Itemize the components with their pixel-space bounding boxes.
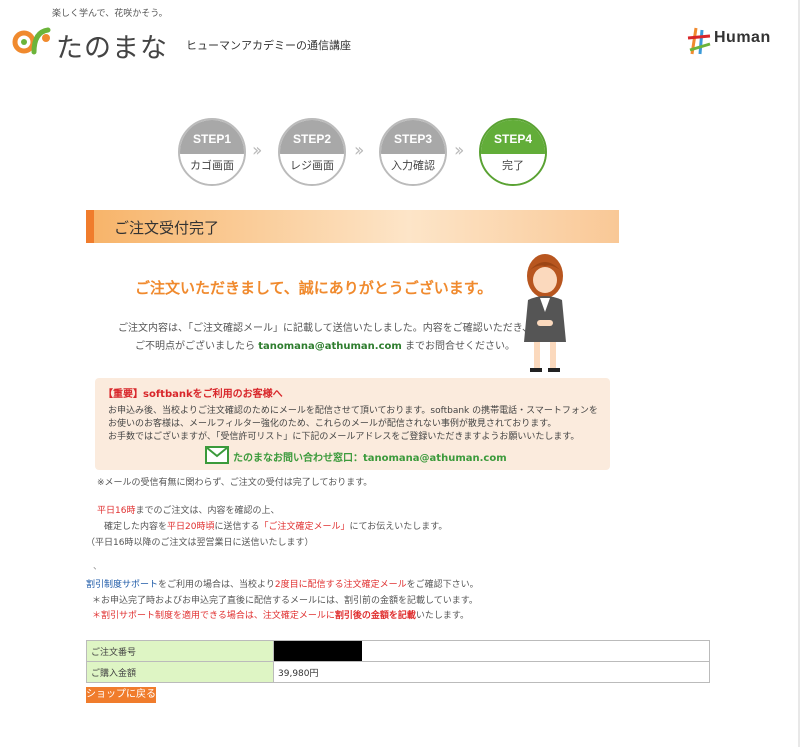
confirmed-text-c: に送信する [214,522,260,532]
chevrons-icon: ›› [454,140,465,161]
support-second-mail: 2度目に配信する注文確定メール [274,580,407,590]
confirm-text-2: ご不明点がございましたら tanomana@athuman.com までお問合せ… [135,337,515,352]
confirmed-time: 平日20時頃 [167,522,215,532]
thanks-message: ご注文いただきまして、誠にありがとうございます。 [135,279,493,297]
order-number-label: ご注文番号 [86,640,274,662]
weekday-note: 平日16時までのご注文は、内容を確認の上、 [97,503,279,516]
step-3-name: 入力確認 [381,154,445,184]
order-number-value [273,640,710,662]
contact-window-text: たのまなお問い合わせ窓口：tanomana@athuman.com [233,453,507,464]
step-4-name: 完了 [481,154,545,184]
bowing-staff-illustration [524,254,566,372]
confirm-text-1: ご注文内容は、「ご注文確認メール」に記載して送信いたしました。内容をご確認いただ… [118,323,532,334]
step-4: STEP4 完了 [479,118,547,186]
confirmed-text-e: にてお伝えいたします。 [349,522,448,532]
notice-title: 【重要】softbankをご利用のお客様へ [103,389,283,400]
step-4-label: STEP4 [481,120,545,154]
step-1: STEP1 カゴ画面 [178,118,246,186]
confirm-text-2-post: までお問合せください。 [405,341,515,352]
table-row: ご注文番号 [86,640,710,662]
support-text-b: をご利用の場合は、当校より [158,580,275,590]
bullet-2-b: 割引後の金額を記載 [334,611,416,621]
back-to-shop-button[interactable]: ショップに戻る [86,687,156,703]
section-header: ご注文受付完了 [86,210,619,243]
chevrons-icon: ›› [252,140,263,161]
confirmed-mail-name: 「ご注文確定メール」 [259,522,350,532]
logo-text[interactable]: たのまな [56,26,168,65]
softbank-notice: 【重要】softbankをご利用のお客様へ お申込み後、当校よりご注文確認のため… [95,378,610,470]
tanomana-logo-icon [12,27,51,55]
notice-line: お手数ではございますが、「受信許可リスト」に下記のメールアドレスをご登録いただき… [108,432,580,442]
support-link[interactable]: 割引制度サポート [86,580,158,590]
support-text-d: をご確認下さい。 [406,580,479,590]
confirmed-note: 確定した内容を平日20時頃に送信する「ご注文確定メール」にてお伝えいたします。 [104,519,447,532]
human-brand-text: Human [714,29,771,46]
tagline: 楽しく学んで、花咲かそう。 [52,9,168,19]
weekday-time: 平日16時 [97,506,136,516]
step-2-label: STEP2 [280,120,344,154]
chevrons-icon: ›› [354,140,365,161]
step-2-name: レジ画面 [280,154,344,184]
purchase-amount-label: ご購入金額 [86,661,274,683]
logo-subtitle: ヒューマンアカデミーの通信講座 [186,39,351,52]
bullet-2-a: ＊割引サポート制度を適用できる場合は、注文確定メールに [92,611,335,621]
weekday-text: までのご注文は、内容を確認の上、 [135,506,280,516]
step-1-name: カゴ画面 [180,154,244,184]
redacted-block [274,641,362,661]
step-2: STEP2 レジ画面 [278,118,346,186]
bullet-1: ＊お申込完了時およびお申込完了直後に配信するメールには、割引前の金額を記載してい… [92,596,478,606]
confirm-text-2-pre: ご不明点がございましたら [135,341,255,352]
contact-email: tanomana@athuman.com [258,341,402,352]
mail-note: ※メールの受信有無に関わらず、ご注文の受付は完了しております。 [97,478,373,488]
confirmed-text-a: 確定した内容を [104,522,168,532]
table-row: ご購入金額 39,980円 [86,661,710,683]
step-1-label: STEP1 [180,120,244,154]
section-title: ご注文受付完了 [114,219,220,237]
after16-note: （平日16時以降のご注文は翌営業日に送信いたします） [86,538,314,548]
order-table: ご注文番号 ご購入金額 39,980円 [86,640,710,683]
support-note: 割引制度サポートをご利用の場合は、当校より2度目に配信する注文確定メールをご確認… [86,577,479,590]
dot-mark: 、 [93,562,103,572]
notice-line: お使いのお客様は、メールフィルター強化のため、これらのメールが配信されない事例が… [108,419,557,429]
step-3-label: STEP3 [381,120,445,154]
purchase-amount-value: 39,980円 [273,661,710,683]
bullet-2-c: いたします。 [415,611,469,621]
notice-line: お申込み後、当校よりご注文確認のためにメールを配信させて頂いております。soft… [108,406,598,416]
mail-icon [205,446,229,464]
bullet-2: ＊割引サポート制度を適用できる場合は、注文確定メールに割引後の金額を記載いたしま… [92,608,469,621]
step-3: STEP3 入力確認 [379,118,447,186]
